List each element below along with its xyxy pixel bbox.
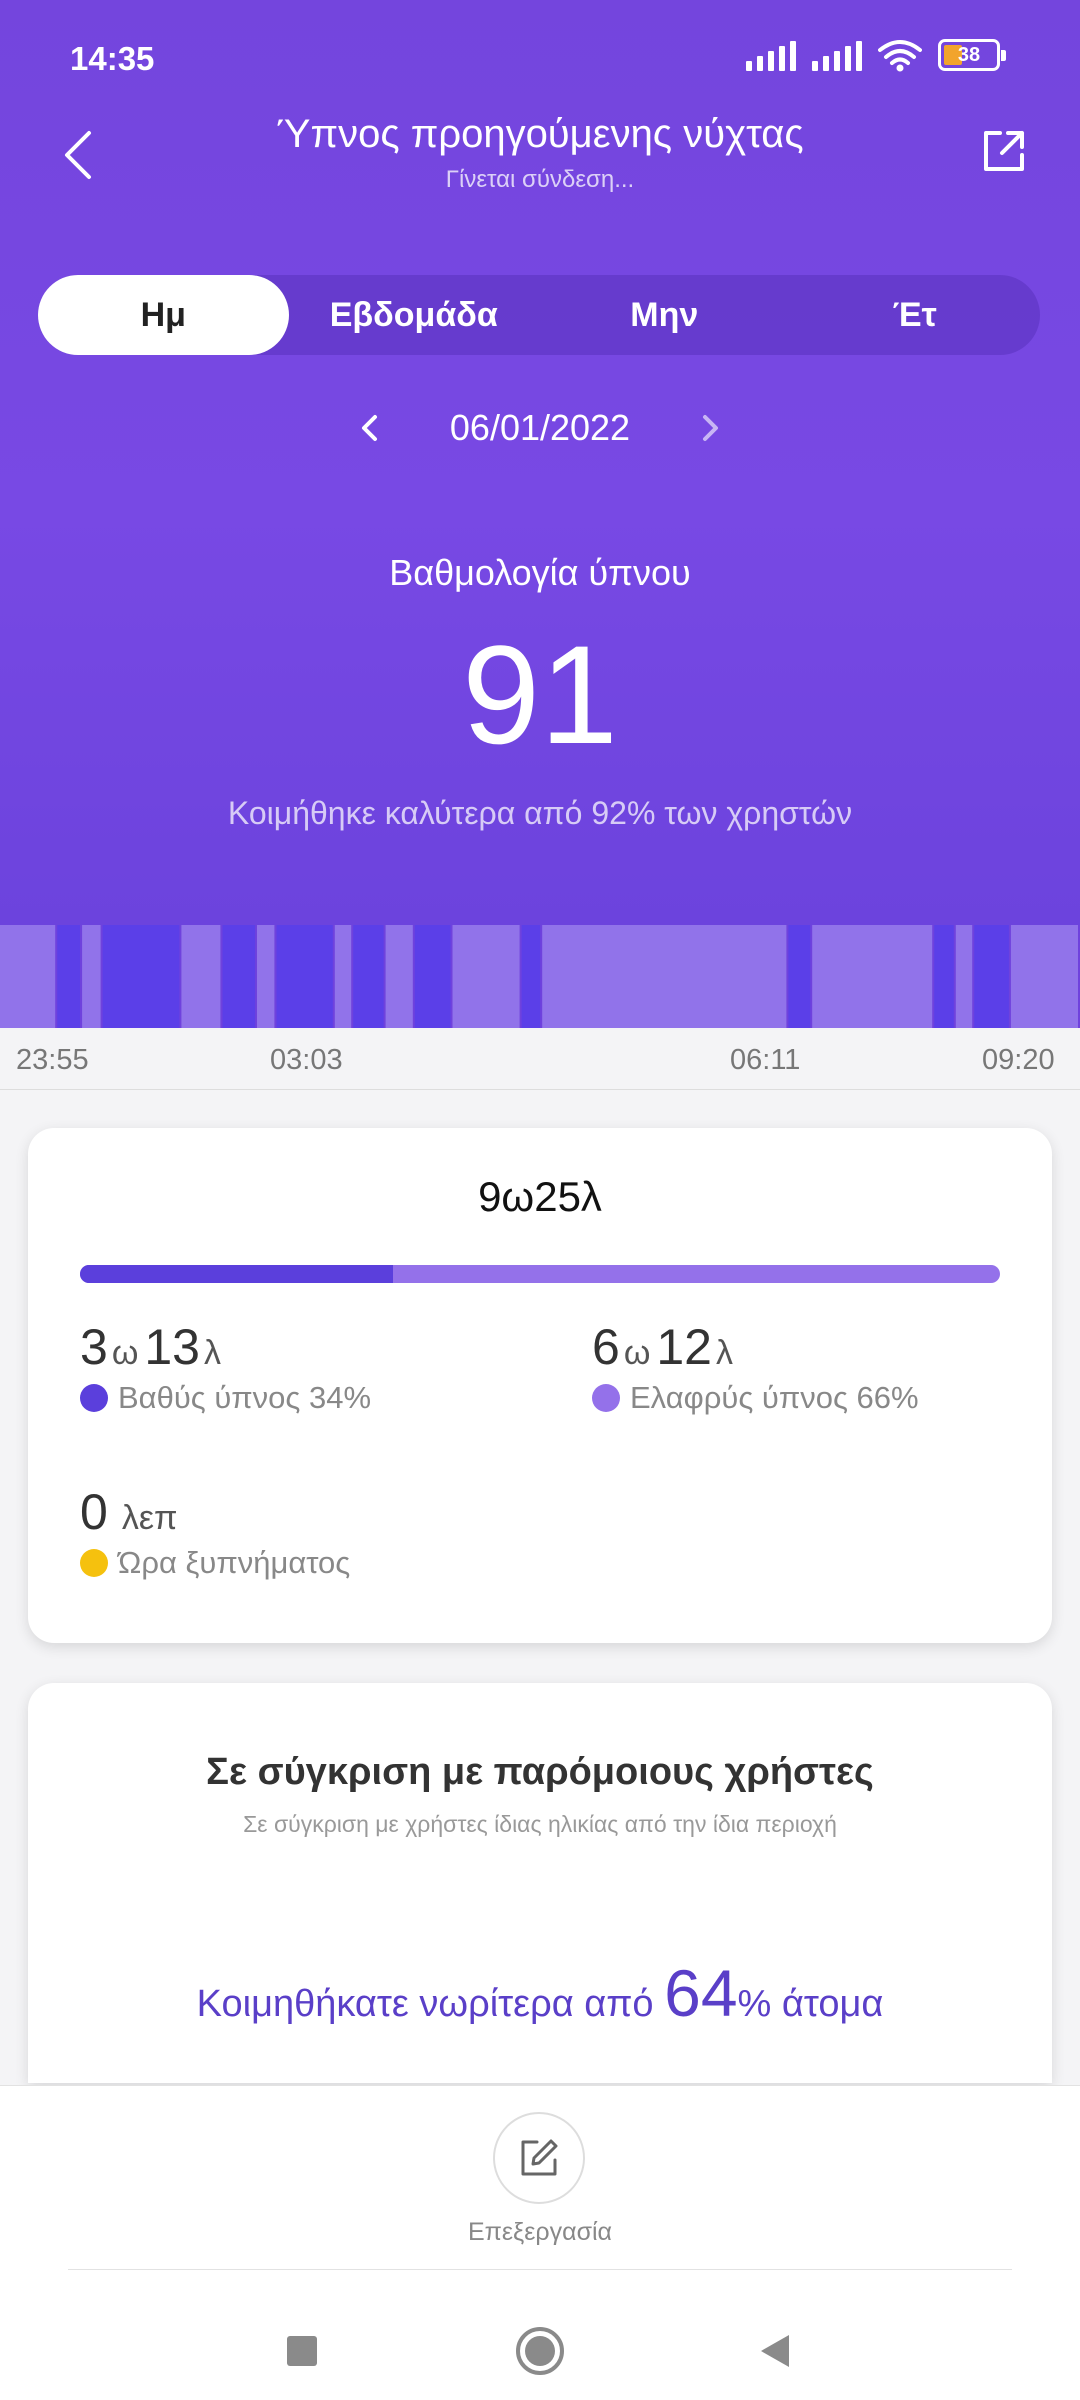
status-icons: 38 [746, 38, 1006, 72]
light-sleep-label: Ελαφρύς ύπνος 66% [630, 1380, 919, 1415]
edit-icon [521, 2139, 558, 2176]
light-sleep-segment [181, 925, 221, 1028]
edit-button[interactable] [493, 2112, 585, 2204]
tab-week[interactable]: Εβδομάδα [289, 275, 540, 355]
date-navigator: 06/01/2022 [0, 400, 1080, 456]
share-icon [984, 131, 1024, 171]
awake-label: Ώρα ξυπνήματος [118, 1545, 351, 1580]
cellular-signal-icon [812, 39, 862, 71]
deep-sleep-stat: 3 ω 13 λ Βαθύς ύπνος 34% [80, 1319, 372, 1415]
deep-sleep-segment [974, 925, 1009, 1028]
comparison-subtitle: Σε σύγκριση με χρήστες ίδιας ηλικίας από… [243, 1811, 837, 1837]
comparison-percent: 64 [664, 1956, 738, 2030]
light-sleep-hours: 6 [592, 1319, 620, 1375]
sleep-score-comparison: Κοιμήθηκε καλύτερα από 92% των χρηστών [227, 795, 853, 831]
back-nav-button[interactable] [735, 2311, 815, 2391]
deep-sleep-segment [353, 925, 384, 1028]
light-sleep-segment [955, 925, 973, 1028]
light-sleep-segment [1010, 925, 1078, 1028]
sleep-score-label: Βαθμολογία ύπνου [389, 552, 691, 593]
deep-sleep-bar [80, 1265, 393, 1283]
sleep-score-value: 91 [462, 616, 618, 773]
deep-sleep-dot [80, 1384, 108, 1412]
deep-sleep-hours: 3 [80, 1319, 108, 1375]
light-sleep-segment [452, 925, 520, 1028]
light-sleep-segment [812, 925, 933, 1028]
deep-sleep-label: Βαθύς ύπνος 34% [118, 1380, 372, 1415]
comparison-card: Σε σύγκριση με παρόμοιους χρήστες Σε σύγ… [28, 1683, 1052, 2083]
system-navigation-bar [0, 2311, 1080, 2391]
sleep-stage-timeline [0, 925, 1080, 1028]
light-sleep-segment [0, 925, 56, 1028]
bottom-bar: Επεξεργασία [0, 2085, 1080, 2400]
awake-value: 0 [80, 1484, 108, 1540]
home-circle-icon [516, 2327, 564, 2375]
comparison-title: Σε σύγκριση με παρόμοιους χρήστες [206, 1751, 874, 1793]
light-sleep-segment [257, 925, 275, 1028]
battery-level: 38 [957, 43, 981, 66]
sleep-stage-chart [0, 925, 1078, 1028]
time-tick: 06:11 [730, 1044, 801, 1076]
deep-sleep-segment [222, 925, 256, 1028]
light-sleep-stat: 6 ω 12 λ Ελαφρύς ύπνος 66% [592, 1319, 919, 1415]
divider [68, 2269, 1012, 2270]
tab-year[interactable]: Έτ [790, 275, 1041, 355]
deep-sleep-segment [788, 925, 811, 1028]
light-sleep-segment [334, 925, 352, 1028]
edit-label: Επεξεργασία [467, 2218, 613, 2246]
triangle-back-icon [761, 2335, 789, 2367]
home-button[interactable] [500, 2311, 580, 2391]
previous-date-button[interactable] [340, 400, 400, 456]
deep-sleep-segment [57, 925, 80, 1028]
next-date-button[interactable] [680, 400, 740, 456]
total-sleep-duration: 9ω25λ [478, 1173, 602, 1220]
current-date: 06/01/2022 [449, 407, 631, 448]
status-bar: 14:35 38 [0, 0, 1080, 110]
deep-sleep-segment [934, 925, 954, 1028]
timeline-axis: 23:55 03:03 06:11 09:20 [0, 1028, 1080, 1090]
chevron-left-icon [361, 415, 377, 441]
time-tick: 09:20 [982, 1044, 1055, 1076]
deep-sleep-segment [521, 925, 541, 1028]
wifi-icon [878, 40, 922, 72]
light-sleep-segment [82, 925, 101, 1028]
sleep-summary-card: 9ω25λ 3 ω 13 λ Βαθύς ύπνος 34% 6 ω 12 λ Ελαφρύ… [28, 1128, 1052, 1643]
status-time: 14:35 [70, 40, 155, 77]
deep-sleep-segment [276, 925, 333, 1028]
awake-stat: 0 λεπ Ώρα ξυπνήματος [80, 1484, 351, 1580]
connection-status: Γίνεται σύνδεση... [445, 166, 635, 193]
light-sleep-minutes: 12 [656, 1319, 712, 1375]
sleep-ratio-bar [80, 1265, 1000, 1283]
awake-dot [80, 1549, 108, 1577]
period-tabs: Ημ Εβδομάδα Μην Έτ [38, 275, 1040, 355]
light-sleep-segment [542, 925, 787, 1028]
comparison-result: Κοιμηθήκατε νωρίτερα από 64% άτομα [196, 1956, 884, 2030]
deep-sleep-segment [102, 925, 180, 1028]
header: 14:35 38 Ύπνος προηγούμενης νύχτας Γίνετ… [0, 0, 1080, 925]
square-icon [287, 2336, 317, 2366]
tab-month[interactable]: Μην [539, 275, 790, 355]
share-button[interactable] [978, 125, 1030, 177]
tab-day[interactable]: Ημ [38, 275, 289, 355]
deep-sleep-minutes: 13 [144, 1319, 200, 1375]
time-tick: 03:03 [270, 1044, 343, 1076]
light-sleep-dot [592, 1384, 620, 1412]
light-sleep-segment [385, 925, 413, 1028]
recent-apps-button[interactable] [262, 2311, 342, 2391]
battery-icon: 38 [938, 39, 1006, 71]
cellular-signal-icon [746, 39, 796, 71]
time-tick: 23:55 [16, 1044, 89, 1076]
deep-sleep-segment [414, 925, 451, 1028]
page-title: Ύπνος προηγούμενης νύχτας [276, 112, 804, 156]
chevron-right-icon [703, 415, 719, 441]
